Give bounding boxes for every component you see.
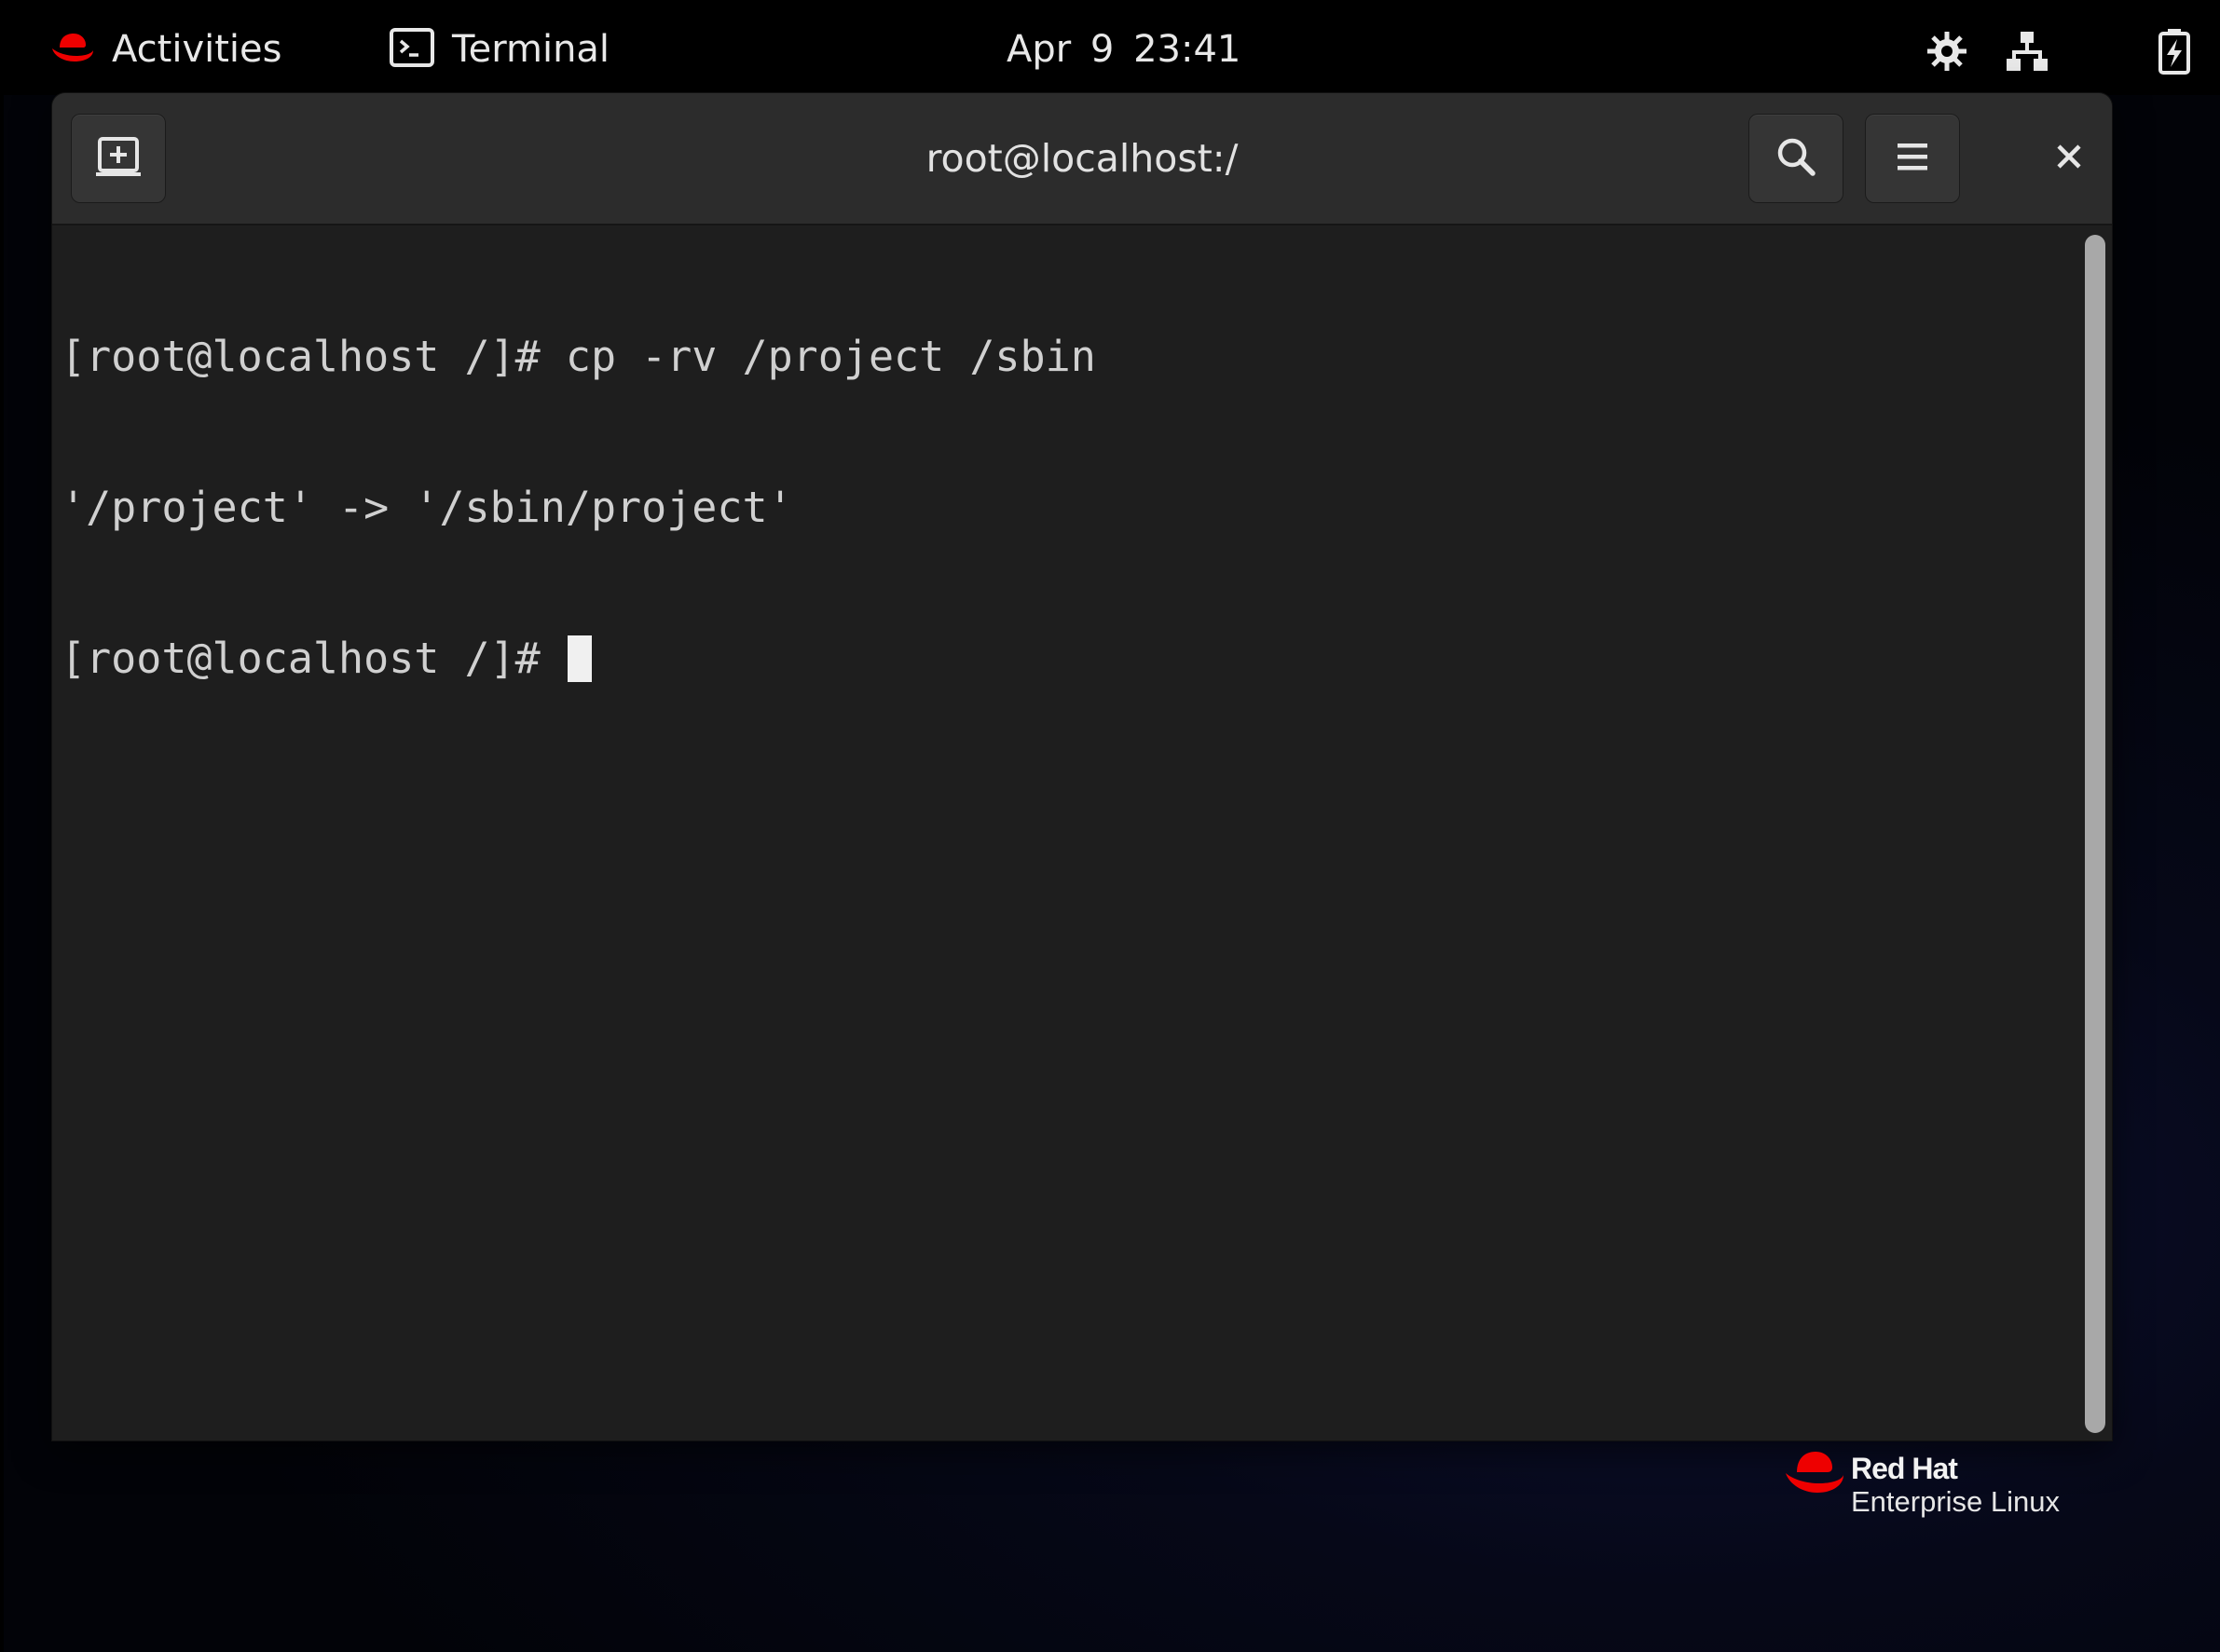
- hamburger-menu-icon: [1896, 141, 1929, 177]
- top-bar: Activities Terminal Apr 9 23:41: [4, 4, 2220, 95]
- terminal-window: root@localhost:/ [root@localhost /]# cp …: [52, 93, 2112, 1440]
- redhat-hat-icon: [1786, 1452, 1843, 1493]
- search-button[interactable]: [1748, 114, 1843, 203]
- search-icon: [1775, 136, 1816, 182]
- redhat-logo-icon: [50, 31, 95, 68]
- terminal-app-icon: [389, 27, 435, 72]
- redhat-product-text: Enterprise Linux: [1851, 1485, 2061, 1518]
- terminal-line: [root@localhost /]# cp -rv /project /sbi…: [61, 332, 1096, 381]
- accessibility-icon[interactable]: [1922, 26, 1972, 76]
- terminal-prompt: [root@localhost /]#: [61, 634, 566, 683]
- terminal-line: '/project' -> '/sbin/project': [61, 483, 793, 532]
- scrollbar-thumb[interactable]: [2085, 235, 2105, 1433]
- redhat-enterprise-logo: Red Hat Enterprise Linux: [1784, 1446, 2101, 1530]
- network-wired-icon[interactable]: [2002, 26, 2052, 76]
- battery-charging-icon[interactable]: [2149, 26, 2199, 76]
- activities-label: Activities: [112, 28, 282, 71]
- redhat-brand-text: Red Hat: [1851, 1452, 1958, 1485]
- menu-button[interactable]: [1865, 114, 1960, 203]
- terminal-text[interactable]: [root@localhost /]# cp -rv /project /sbi…: [61, 231, 1096, 785]
- desktop: Activities Terminal Apr 9 23:41 root@loc…: [4, 4, 2220, 1652]
- terminal-prompt-line: [root@localhost /]#: [61, 634, 1096, 684]
- new-tab-icon: [95, 136, 142, 182]
- app-menu-button[interactable]: Terminal: [389, 4, 610, 95]
- header-bar: root@localhost:/: [52, 93, 2112, 225]
- app-menu-label: Terminal: [452, 28, 610, 71]
- terminal-cursor: [567, 635, 592, 682]
- close-button[interactable]: [2024, 114, 2112, 203]
- close-icon: [2055, 143, 2083, 175]
- clock[interactable]: Apr 9 23:41: [1007, 4, 1240, 95]
- terminal-output[interactable]: [root@localhost /]# cp -rv /project /sbi…: [52, 225, 2112, 1440]
- activities-button[interactable]: Activities: [50, 4, 281, 95]
- new-tab-button[interactable]: [71, 114, 166, 203]
